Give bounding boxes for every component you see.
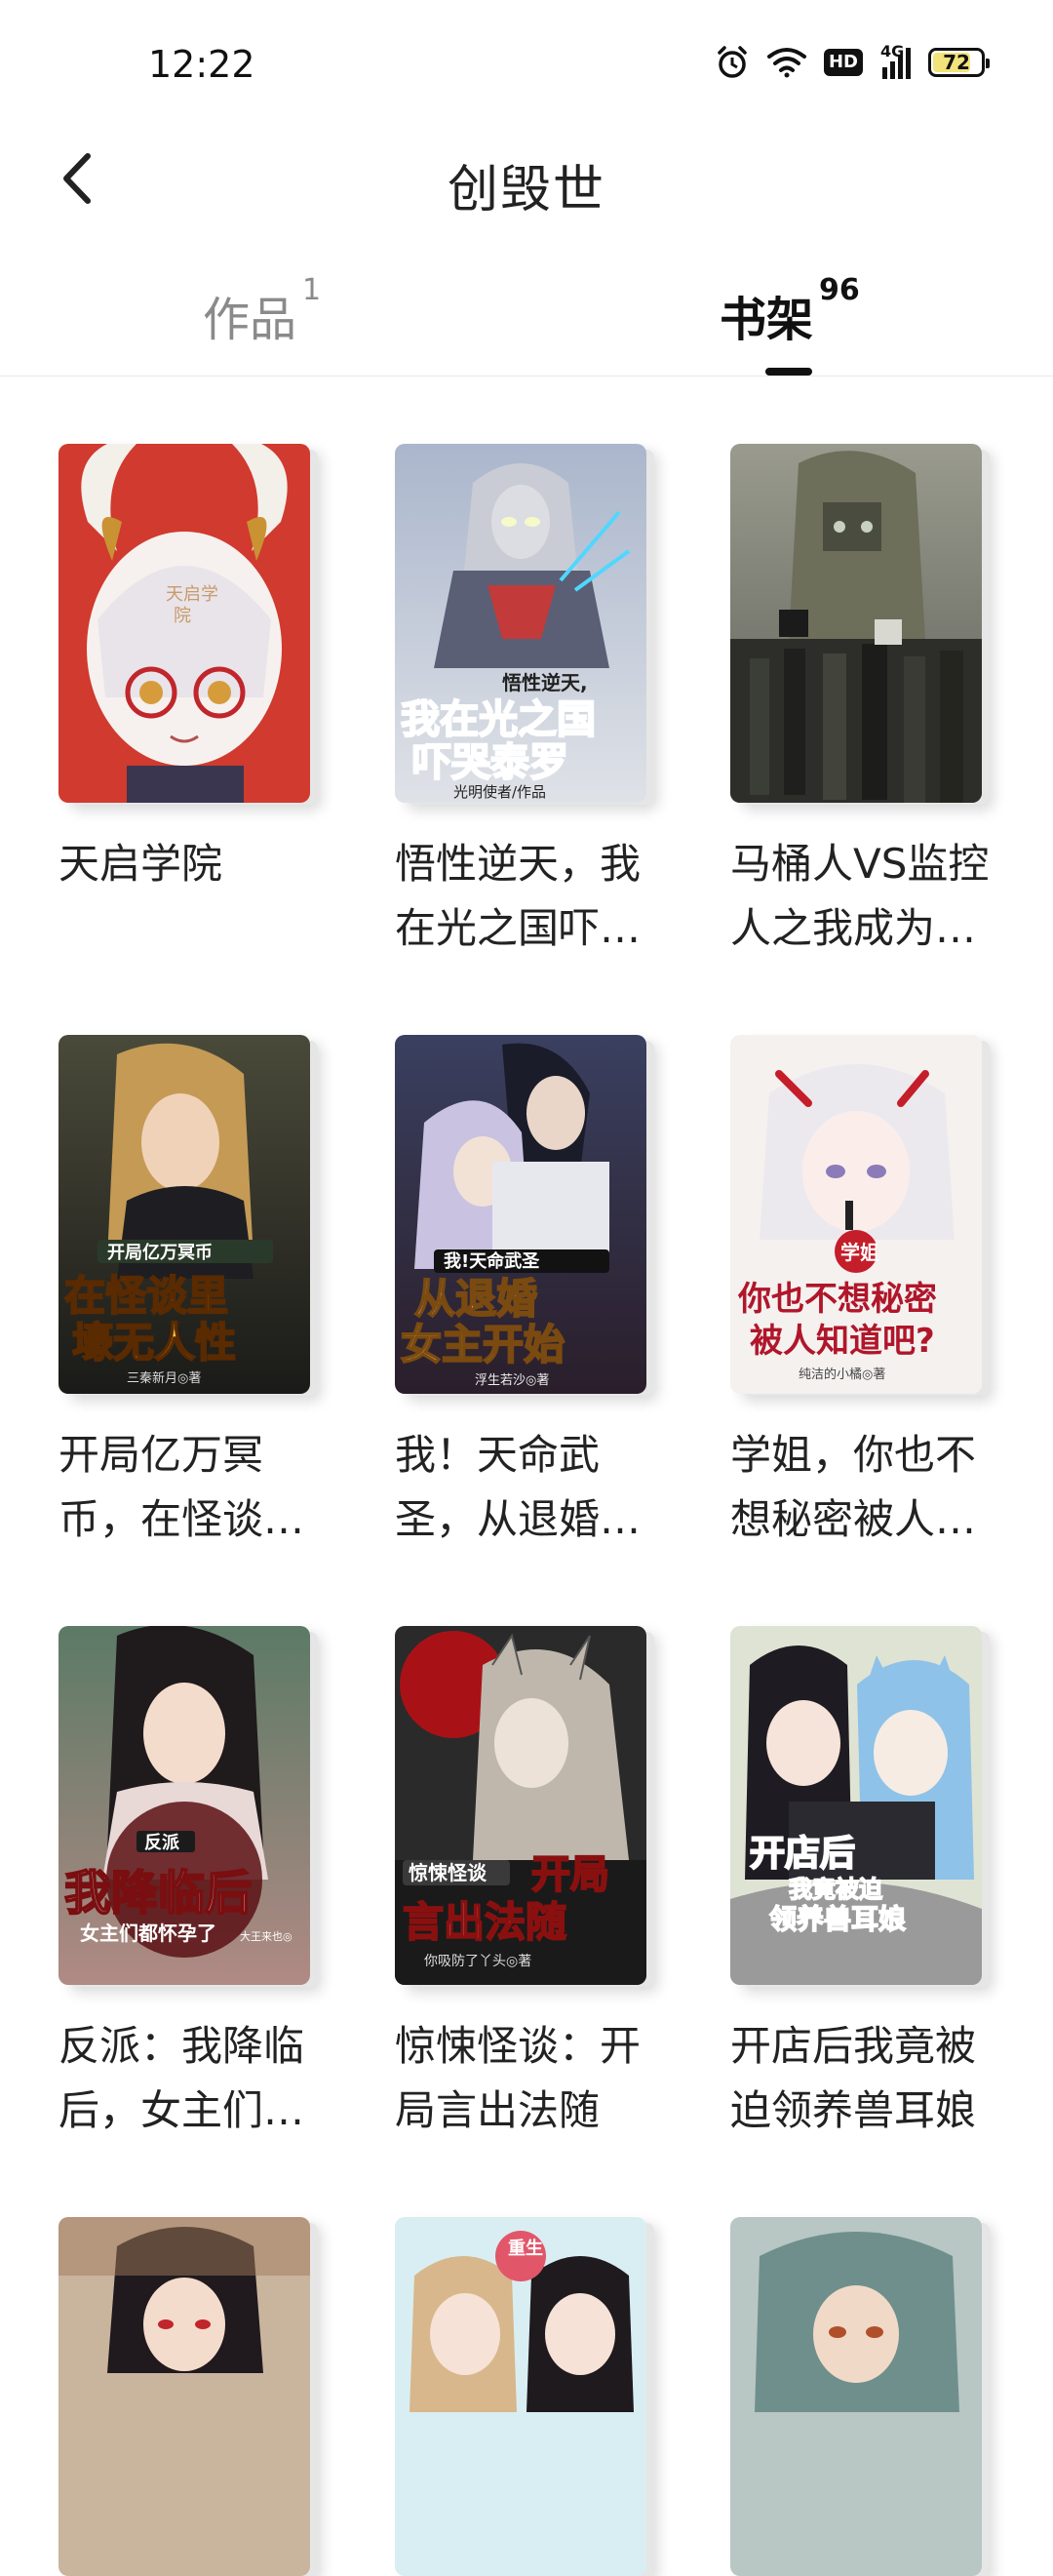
hd-icon: HD xyxy=(823,49,863,76)
svg-text:从退婚: 从退婚 xyxy=(414,1275,537,1323)
page-title: 创毁世 xyxy=(447,161,605,219)
status-time: 12:22 xyxy=(148,43,255,86)
svg-text:壕无人性: 壕无人性 xyxy=(72,1319,236,1367)
book-cover[interactable]: 重生 xyxy=(395,2217,646,2576)
svg-text:惊悚怪谈: 惊悚怪谈 xyxy=(409,1861,488,1884)
svg-text:领养兽耳娘: 领养兽耳娘 xyxy=(769,1903,906,1935)
alarm-icon xyxy=(718,46,747,78)
svg-text:三秦新月◎著: 三秦新月◎著 xyxy=(127,1370,201,1386)
svg-text:被人知道吧?: 被人知道吧? xyxy=(750,1322,935,1361)
status-icons: HD 4G 72 xyxy=(715,42,990,80)
svg-text:女主们都怀孕了: 女主们都怀孕了 xyxy=(80,1922,216,1945)
book-title: 开局亿万冥币，在怪谈里壕无人性 xyxy=(58,1431,305,1543)
book-title: 学姐，你也不想秘密被人知道吧？ xyxy=(730,1431,977,1543)
book-title: 天启学院 xyxy=(58,840,223,888)
svg-text:我竟被迫: 我竟被迫 xyxy=(789,1876,883,1903)
book-cover[interactable]: 反派 我降临后 女主们都怀孕了 大王来也◎ xyxy=(58,1626,310,1985)
svg-text:大王来也◎: 大王来也◎ xyxy=(240,1929,292,1943)
book-cover[interactable] xyxy=(730,2217,982,2576)
tab-works-label: 作品 xyxy=(203,293,297,347)
book-cover[interactable]: 天启学 院 xyxy=(58,444,310,803)
tab-works-count: 1 xyxy=(302,273,322,307)
svg-text:悟性逆天,: 悟性逆天, xyxy=(502,671,588,694)
network-type: 4G xyxy=(880,42,905,60)
svg-text:你也不想秘密: 你也不想秘密 xyxy=(737,1280,937,1319)
svg-text:反派: 反派 xyxy=(144,1833,180,1853)
svg-text:吓哭泰罗: 吓哭泰罗 xyxy=(412,740,568,785)
svg-text:开局亿万冥币: 开局亿万冥币 xyxy=(107,1242,213,1263)
book-cover[interactable]: 开店后 我竟被迫 领养兽耳娘 xyxy=(730,1626,982,1985)
cover-text: 重生 xyxy=(508,2238,543,2259)
status-bar: 12:22 HD 4G 72 xyxy=(0,0,1053,127)
book-title: 开店后我竟被迫领养兽耳娘 xyxy=(730,2022,977,2134)
book-cover[interactable] xyxy=(730,444,982,803)
svg-text:开店后: 开店后 xyxy=(750,1834,855,1874)
tab-works[interactable]: 作品1 xyxy=(203,273,321,349)
svg-text:言出法随: 言出法随 xyxy=(403,1898,566,1946)
svg-text:在怪谈里: 在怪谈里 xyxy=(64,1272,228,1320)
svg-text:我降临后: 我降临后 xyxy=(64,1866,252,1921)
svg-text:开局: 开局 xyxy=(531,1852,609,1897)
svg-text:浮生若沙◎著: 浮生若沙◎著 xyxy=(475,1372,549,1388)
book-cover[interactable] xyxy=(58,2217,310,2576)
svg-text:纯洁的小橘◎著: 纯洁的小橘◎著 xyxy=(799,1367,885,1382)
tab-bar: 作品1 书架96 xyxy=(0,263,1053,376)
book-cover[interactable]: 惊悚怪谈 开局 言出法随 你吸防了丫头◎著 xyxy=(395,1626,646,1985)
svg-text:你吸防了丫头◎著: 你吸防了丫头◎著 xyxy=(424,1954,531,1969)
book-title: 惊悚怪谈：开局言出法随 xyxy=(395,2022,642,2134)
book-cover[interactable]: 学姐 你也不想秘密 被人知道吧? 纯洁的小橘◎著 xyxy=(730,1035,982,1394)
tab-bookshelf[interactable]: 书架96 xyxy=(720,273,860,349)
book-title: 我！天命武圣，从退婚女主开始 xyxy=(395,1431,642,1543)
book-cover[interactable]: 开局亿万冥币 在怪谈里 壕无人性 三秦新月◎著 xyxy=(58,1035,310,1394)
tab-bookshelf-count: 96 xyxy=(819,273,860,307)
battery-icon: 72 xyxy=(928,48,990,77)
svg-text:光明使者/作品: 光明使者/作品 xyxy=(453,783,546,801)
svg-text:院: 院 xyxy=(174,606,191,626)
book-cover[interactable]: 我!天命武圣 从退婚 女主开始 浮生若沙◎著 xyxy=(395,1035,646,1394)
wifi-icon xyxy=(766,48,806,78)
book-title: 悟性逆天，我在光之国吓哭泰罗 xyxy=(395,840,642,952)
tab-bookshelf-label: 书架 xyxy=(720,293,814,347)
svg-text:女主开始: 女主开始 xyxy=(401,1321,565,1368)
book-title: 马桶人VS监控人之我成为了泰坦监控人 xyxy=(730,840,990,952)
signal-icon: 4G xyxy=(880,42,911,79)
svg-text:学姐: 学姐 xyxy=(840,1241,879,1264)
book-cover[interactable]: 悟性逆天, 我在光之国 吓哭泰罗 光明使者/作品 xyxy=(395,444,646,803)
header: 创毁世 xyxy=(0,127,1053,234)
tab-active-indicator xyxy=(765,368,812,376)
book-title: 反派：我降临后，女主们都怀孕了 xyxy=(58,2022,305,2134)
battery-level: 72 xyxy=(943,51,970,74)
cover-text: 天启学 xyxy=(166,584,218,605)
svg-text:我在光之国: 我在光之国 xyxy=(401,697,596,742)
svg-text:我!天命武圣: 我!天命武圣 xyxy=(444,1250,540,1272)
